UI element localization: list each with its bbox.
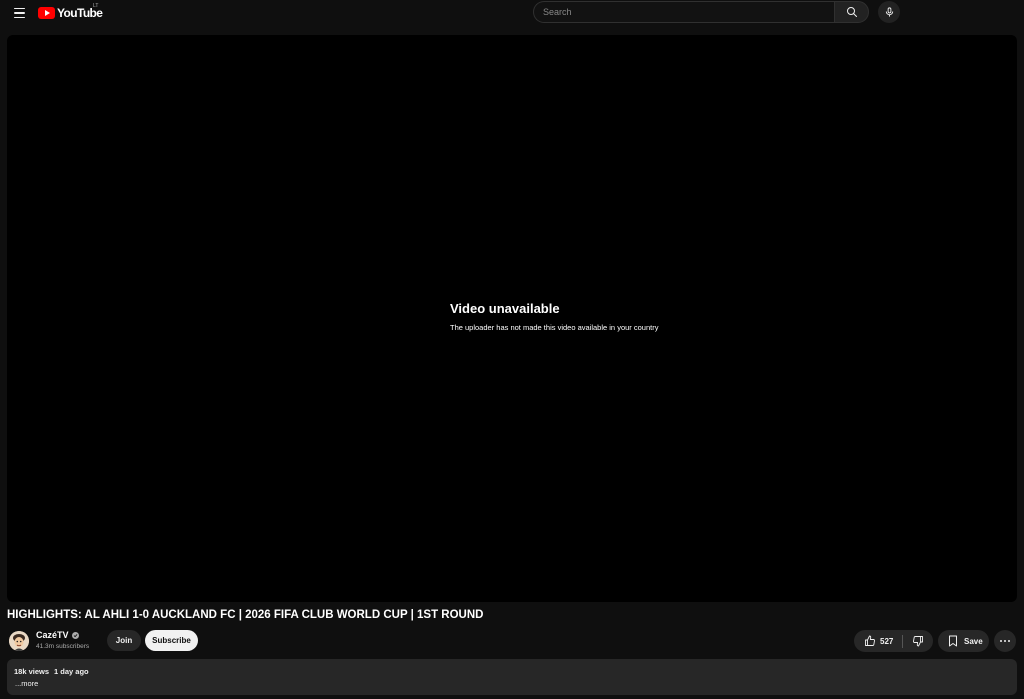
dislike-button[interactable] <box>903 630 933 652</box>
mic-icon <box>885 7 893 17</box>
voice-search-button[interactable] <box>878 1 900 23</box>
search-icon <box>846 7 857 17</box>
video-player[interactable]: Video unavailable The uploader has not m… <box>7 35 1017 602</box>
video-meta: 18k views 1 day ago <box>14 667 89 676</box>
search-button[interactable] <box>834 1 869 23</box>
save-button[interactable]: Save <box>938 630 989 652</box>
subscriber-count: 41.3m subscribers <box>36 643 90 650</box>
channel-avatar[interactable] <box>9 631 29 651</box>
show-more-link[interactable]: ...more <box>15 679 38 688</box>
view-count: 18k views <box>14 667 50 676</box>
subscribe-button[interactable]: Subscribe <box>145 630 198 651</box>
join-button[interactable]: Join <box>107 630 141 651</box>
description-box[interactable]: 18k views 1 day ago ...more <box>7 659 1017 695</box>
error-title: Video unavailable <box>450 301 560 316</box>
search-input[interactable] <box>533 1 834 23</box>
like-dislike-group: 527 <box>854 630 933 652</box>
country-code: LT <box>93 3 99 9</box>
youtube-play-icon <box>38 7 55 19</box>
channel-name[interactable]: CazéTV <box>36 630 69 640</box>
search-box <box>533 1 869 23</box>
video-title: HIGHLIGHTS: AL AHLI 1-0 AUCKLAND FC | 20… <box>7 609 484 621</box>
youtube-watch-page: YouTube LT Video unavailable The uploade… <box>0 0 1024 699</box>
thumbs-up-icon <box>865 635 875 646</box>
like-button[interactable]: 527 <box>854 630 902 652</box>
like-count: 527 <box>880 636 894 646</box>
masthead: YouTube LT <box>0 0 1024 26</box>
unavailable-message: Video unavailable The uploader has not m… <box>450 301 658 332</box>
verified-check-icon <box>71 631 79 639</box>
bookmark-icon <box>949 635 957 647</box>
error-subtitle: The uploader has not made this video ava… <box>450 323 659 332</box>
upload-date: 1 day ago <box>54 667 89 676</box>
more-actions-button[interactable] <box>994 630 1016 652</box>
channel-name-row: CazéTV <box>36 630 79 640</box>
more-horizontal-icon <box>999 639 1003 643</box>
menu-icon[interactable] <box>9 3 29 23</box>
thumbs-down-icon <box>913 636 923 647</box>
save-label: Save <box>964 636 983 646</box>
